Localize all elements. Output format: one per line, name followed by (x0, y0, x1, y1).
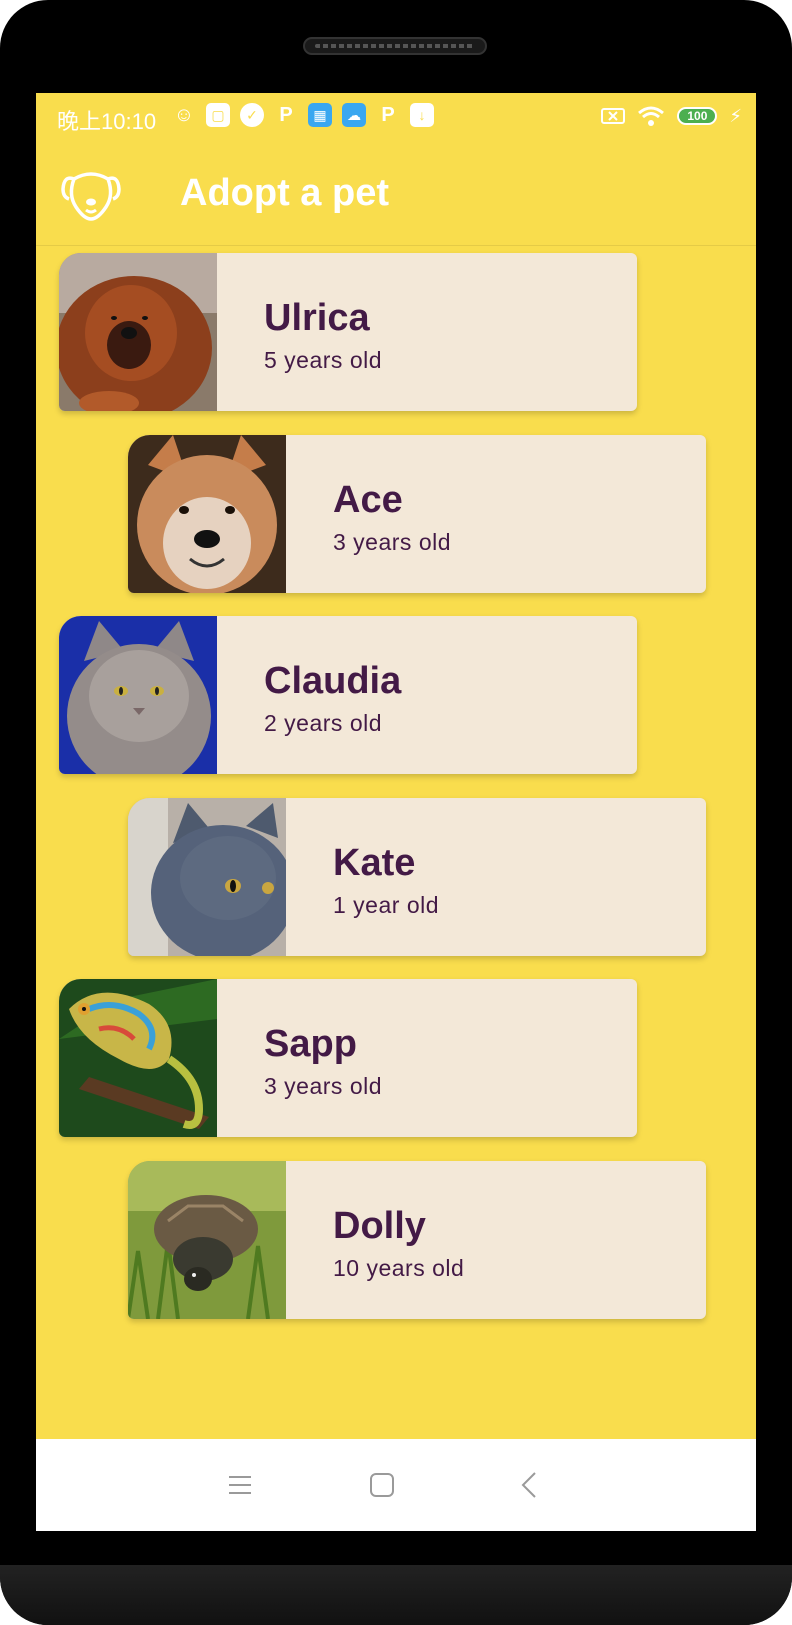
app-title: Adopt a pet (180, 172, 389, 214)
pet-name: Ulrica (264, 297, 370, 339)
status-bar: 晚上10:10 ☺ ▢ ✓ P ▦ ☁ P ↓ 100 ⚡ (36, 93, 756, 141)
system-icons: 100 ⚡ (601, 105, 742, 127)
download-icon: ↓ (410, 103, 434, 127)
earpiece-speaker (303, 37, 487, 55)
pet-name: Claudia (264, 660, 402, 702)
pet-card-claudia[interactable]: Claudia 2 years old (59, 616, 637, 774)
pet-card-kate[interactable]: Kate 1 year old (128, 798, 706, 956)
pet-name: Ace (333, 479, 403, 521)
pet-age: 3 years old (333, 529, 452, 555)
pet-age: 2 years old (264, 710, 383, 736)
pet-name: Dolly (333, 1205, 426, 1247)
pet-card-dolly[interactable]: Dolly 10 years old (128, 1161, 706, 1319)
notification-icons: ☺ ▢ ✓ P ▦ ☁ P ↓ (172, 103, 434, 127)
cloud-icon: ☁ (342, 103, 366, 127)
pet-card-ulrica[interactable]: Ulrica 5 years old (59, 253, 637, 411)
p-app-icon: P (279, 103, 293, 126)
british-shorthair-cat-photo (128, 798, 286, 956)
tibetan-mastiff-photo (59, 253, 217, 411)
navigation-bar (36, 1439, 756, 1531)
turtle-photo (128, 1161, 286, 1319)
check-icon: ✓ (240, 103, 264, 127)
grey-persian-cat-photo (59, 616, 217, 774)
charging-icon: ⚡ (729, 105, 742, 126)
pet-list[interactable]: Ulrica 5 years old Ace 3 years old Claud… (36, 253, 756, 1333)
phone-bottom-bezel (0, 1565, 792, 1625)
screen: 晚上10:10 ☺ ▢ ✓ P ▦ ☁ P ↓ 100 ⚡ Adopt a pe… (36, 93, 756, 1531)
pet-name: Sapp (264, 1023, 357, 1065)
pet-name: Kate (333, 842, 416, 884)
assistant-icon: ☺ (173, 103, 195, 126)
pet-card-ace[interactable]: Ace 3 years old (128, 435, 706, 593)
app-bar: Adopt a pet (36, 141, 756, 246)
no-sim-icon (601, 108, 626, 124)
chameleon-photo (59, 979, 217, 1137)
home-icon[interactable] (366, 1469, 398, 1501)
menu-icon[interactable] (224, 1469, 256, 1501)
back-icon[interactable] (514, 1469, 546, 1501)
akita-dog-photo (128, 435, 286, 593)
pet-age: 10 years old (333, 1255, 465, 1281)
wifi-icon (638, 106, 665, 126)
files-icon: ▦ (308, 103, 332, 127)
phone-frame: 晚上10:10 ☺ ▢ ✓ P ▦ ☁ P ↓ 100 ⚡ Adopt a pe… (0, 0, 792, 1625)
battery-icon: 100 (677, 107, 718, 125)
pet-age: 1 year old (333, 892, 440, 918)
mi-app-icon: ▢ (206, 103, 230, 127)
pet-card-sapp[interactable]: Sapp 3 years old (59, 979, 637, 1137)
pet-age: 3 years old (264, 1073, 383, 1099)
status-time: 晚上10:10 (57, 109, 157, 134)
dog-face-icon (61, 172, 121, 221)
p-app-icon-2: P (381, 103, 395, 126)
pet-age: 5 years old (264, 347, 383, 373)
